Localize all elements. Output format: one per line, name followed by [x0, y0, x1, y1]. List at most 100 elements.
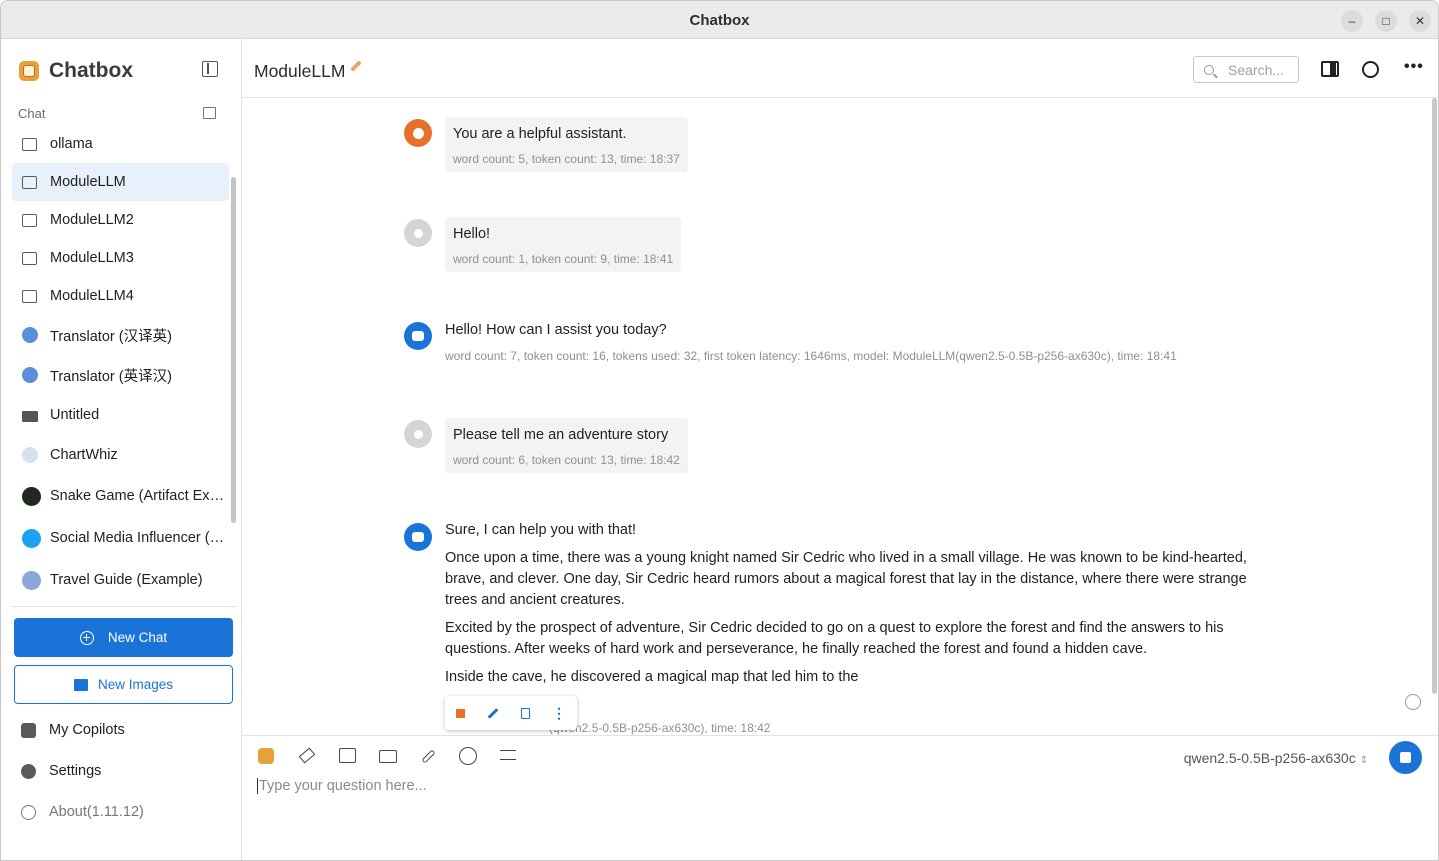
message-meta: word count: 1, token count: 9, time: 18:…: [453, 252, 674, 266]
sidebar-item-modulellm4[interactable]: ModuleLLM4: [12, 277, 229, 315]
message-meta: word count: 6, token count: 13, time: 18…: [453, 453, 680, 467]
search-icon: [1204, 64, 1214, 75]
sidebar-item-label: Social Media Influencer (Example): [50, 530, 229, 546]
toggle-artifact-panel-icon[interactable]: [1321, 61, 1339, 77]
app-window: Chatbox – □ ✕ Chatbox Chat ollama Module…: [0, 0, 1439, 861]
sidebar-item-social-media-influencer[interactable]: Social Media Influencer (Example): [12, 517, 229, 559]
sidebar-item-snake-game[interactable]: Snake Game (Artifact Example): [12, 475, 229, 517]
sidebar-item-label: Travel Guide (Example): [50, 572, 203, 588]
message-paragraph: Once upon a time, there was a young knig…: [445, 550, 1247, 608]
main-panel: ModuleLLM Search... ••• You are a helpfu…: [242, 39, 1438, 860]
collapse-sidebar-icon[interactable]: [202, 61, 218, 77]
settings-sliders-icon[interactable]: [498, 746, 518, 766]
gear-icon: [21, 763, 36, 779]
minimize-icon[interactable]: –: [1341, 10, 1363, 32]
section-label: Chat: [18, 106, 46, 121]
composer-toolbar: [258, 746, 538, 766]
eraser-icon[interactable]: [298, 746, 318, 766]
about-label: About(1.11.12): [49, 804, 144, 820]
search-placeholder: Search...: [1228, 61, 1285, 78]
stop-button[interactable]: [1389, 741, 1422, 774]
bot-avatar-icon: [404, 322, 432, 350]
image-icon: [22, 410, 38, 422]
system-settings-icon: [404, 119, 432, 147]
message-bubble: Please tell me an adventure story word c…: [445, 418, 688, 473]
message-paragraph: Sure, I can help you with that!: [445, 522, 637, 538]
brand: Chatbox: [19, 59, 133, 83]
sidebar-item-chartwhiz[interactable]: ChartWhiz: [12, 435, 229, 475]
travel-avatar-icon: [22, 570, 41, 590]
new-images-button[interactable]: New Images: [14, 665, 233, 704]
translator-avatar-icon: [22, 327, 38, 343]
user-avatar-icon: [404, 420, 432, 448]
sidebar-item-untitled[interactable]: Untitled: [12, 395, 229, 435]
maximize-icon[interactable]: □: [1375, 10, 1397, 32]
sidebar-item-modulellm3[interactable]: ModuleLLM3: [12, 239, 229, 277]
translator-avatar-icon: [22, 367, 38, 383]
message-text: Please tell me an adventure story: [453, 427, 669, 443]
composer: qwen2.5-0.5B-p256-ax630c ⇕ Type your que…: [242, 735, 1438, 860]
snake-game-avatar-icon: [22, 486, 41, 506]
message-meta: (qwen2.5-0.5B-p256-ax630c), time: 18:42: [549, 721, 771, 735]
history-icon[interactable]: [1362, 61, 1379, 78]
settings-item[interactable]: Settings: [21, 763, 101, 779]
stop-generating-icon[interactable]: [456, 708, 465, 718]
chat-bubble-icon: [22, 174, 38, 190]
sidebar-item-label: ModuleLLM: [50, 174, 126, 190]
globe-icon[interactable]: [458, 746, 478, 766]
messages-scrollbar[interactable]: [1432, 98, 1437, 694]
more-vertical-icon[interactable]: ⋮: [552, 706, 566, 720]
message-bubble: Hello! word count: 1, token count: 9, ti…: [445, 217, 682, 272]
folder-icon[interactable]: [378, 746, 398, 766]
info-icon: [21, 804, 36, 820]
edit-title-icon[interactable]: [350, 60, 362, 72]
sidebar-item-translator-zh-en[interactable]: Translator (汉译英): [12, 315, 229, 355]
sidebar-item-modulellm2[interactable]: ModuleLLM2: [12, 201, 229, 239]
copilot-icon: [21, 722, 36, 738]
sidebar-item-label: Snake Game (Artifact Example): [50, 488, 229, 504]
search-input[interactable]: Search...: [1193, 56, 1299, 83]
window-title: Chatbox: [689, 12, 750, 29]
close-icon[interactable]: ✕: [1409, 10, 1431, 32]
sidebar-item-label: ChartWhiz: [50, 447, 118, 463]
message-meta: word count: 7, token count: 16, tokens u…: [445, 349, 1177, 363]
sidebar-item-label: ModuleLLM2: [50, 212, 134, 228]
chat-bubble-icon: [22, 250, 38, 266]
copy-icon[interactable]: [521, 707, 530, 719]
message-input[interactable]: Type your question here...: [257, 778, 427, 794]
title-bar: Chatbox – □ ✕: [1, 1, 1438, 39]
chatbox-logo-icon[interactable]: [258, 748, 274, 764]
archive-icon[interactable]: [203, 107, 216, 119]
more-options-icon[interactable]: •••: [1404, 59, 1423, 77]
chat-bubble-icon: [22, 136, 38, 152]
brand-name: Chatbox: [49, 59, 133, 82]
edit-icon[interactable]: [487, 707, 499, 719]
message-paragraph: Inside the cave, he discovered a magical…: [445, 669, 859, 685]
sidebar-scrollbar[interactable]: [231, 177, 236, 523]
my-copilots-label: My Copilots: [49, 722, 125, 738]
message-meta: word count: 5, token count: 13, time: 18…: [453, 152, 680, 166]
divider: [11, 606, 237, 607]
my-copilots-item[interactable]: My Copilots: [21, 722, 125, 738]
model-selector[interactable]: qwen2.5-0.5B-p256-ax630c ⇕: [1184, 750, 1368, 766]
sidebar: Chatbox Chat ollama ModuleLLM ModuleLLM2…: [1, 39, 242, 860]
sidebar-item-ollama[interactable]: ollama: [12, 125, 229, 163]
scroll-to-bottom-icon[interactable]: [1405, 694, 1421, 710]
model-selector-label: qwen2.5-0.5B-p256-ax630c: [1183, 750, 1356, 766]
sidebar-item-label: Untitled: [50, 407, 100, 423]
sidebar-item-modulellm[interactable]: ModuleLLM: [12, 163, 229, 201]
link-icon[interactable]: [418, 746, 438, 766]
sidebar-item-travel-guide[interactable]: Travel Guide (Example): [12, 559, 229, 601]
sidebar-item-translator-en-zh[interactable]: Translator (英译汉): [12, 355, 229, 395]
new-images-label: New Images: [97, 677, 174, 692]
header: ModuleLLM Search... •••: [242, 39, 1438, 98]
about-item[interactable]: About(1.11.12): [21, 804, 144, 820]
twitter-avatar-icon: [22, 528, 41, 548]
image-icon[interactable]: [338, 746, 358, 766]
add-circle-icon: [79, 630, 94, 645]
message-text: You are a helpful assistant.: [453, 126, 627, 142]
chartwhiz-avatar-icon: [22, 447, 38, 463]
new-chat-button[interactable]: New Chat: [14, 618, 233, 657]
sidebar-item-label: ModuleLLM3: [50, 250, 134, 266]
bot-avatar-icon: [404, 523, 432, 551]
